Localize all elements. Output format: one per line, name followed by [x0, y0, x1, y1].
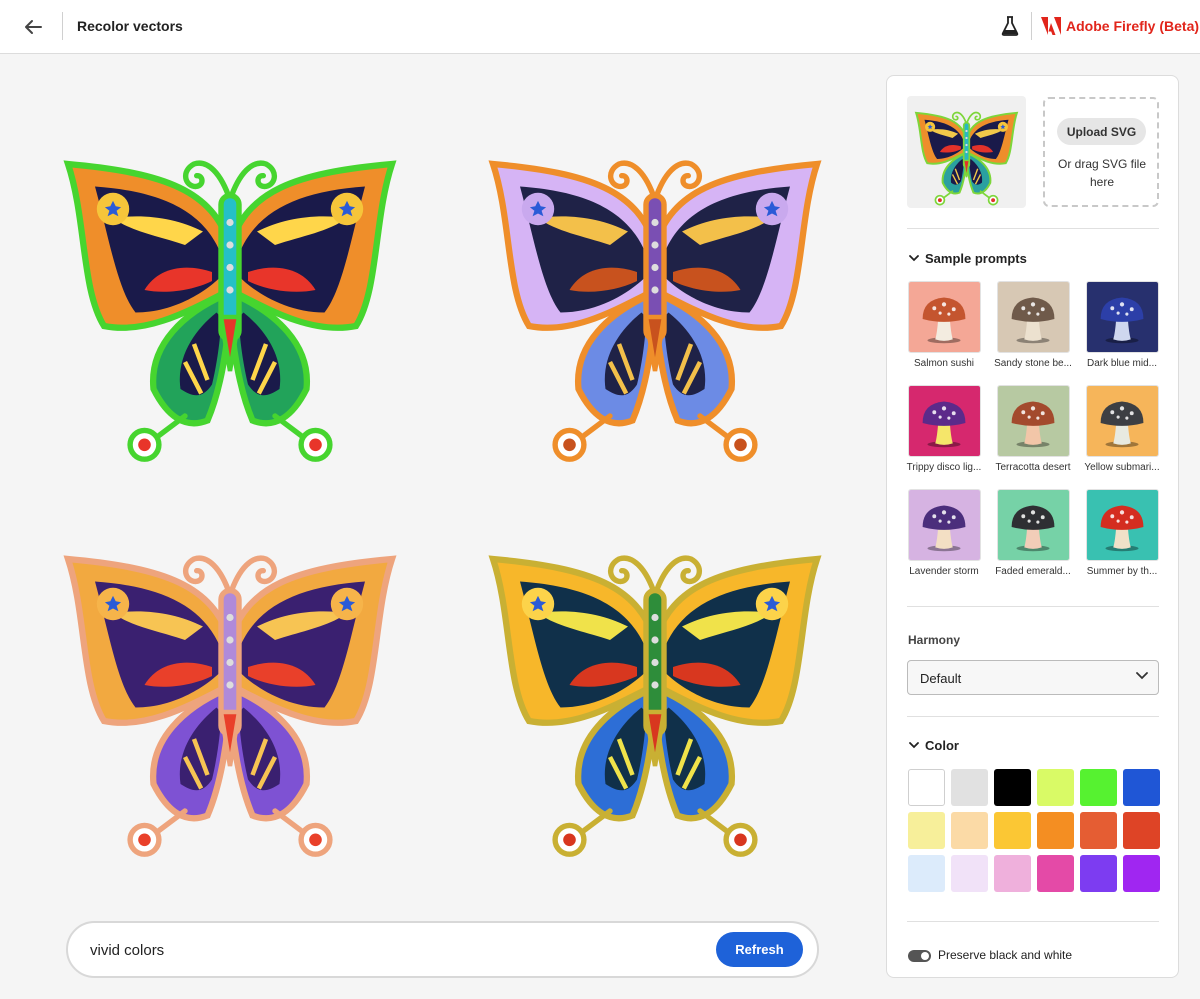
- color-swatch[interactable]: [951, 769, 988, 806]
- sample-prompt-label: Yellow submari...: [1084, 462, 1160, 473]
- preserve-bw-label: Preserve black and white: [938, 948, 1073, 962]
- color-swatch[interactable]: [908, 855, 945, 892]
- mushroom-thumbnail: [1086, 281, 1159, 353]
- color-swatch[interactable]: [1123, 812, 1160, 849]
- mushroom-thumbnail: [908, 489, 981, 561]
- color-swatch[interactable]: [1037, 855, 1074, 892]
- sample-prompt-card[interactable]: Yellow submari...: [1084, 385, 1160, 473]
- color-swatch[interactable]: [1123, 855, 1160, 892]
- color-swatch[interactable]: [908, 812, 945, 849]
- brand-name: Adobe Firefly (Beta): [1066, 18, 1200, 34]
- divider: [907, 921, 1159, 922]
- upload-svg-button[interactable]: Upload SVG: [1057, 118, 1146, 145]
- result-variation[interactable]: [30, 505, 430, 865]
- butterfly-artwork: [914, 111, 1019, 206]
- sample-prompts-title: Sample prompts: [925, 251, 1027, 266]
- flask-icon[interactable]: [1000, 15, 1020, 37]
- mushroom-thumbnail: [908, 281, 981, 353]
- mushroom-icon: [909, 490, 980, 560]
- mushroom-thumbnail: [1086, 489, 1159, 561]
- chevron-down-icon: [1136, 672, 1148, 680]
- harmony-label: Harmony: [908, 633, 961, 647]
- sample-prompt-card[interactable]: Summer by th...: [1086, 489, 1159, 577]
- sample-prompt-label: Faded emerald...: [995, 566, 1071, 577]
- mushroom-icon: [998, 282, 1069, 352]
- sample-prompt-card[interactable]: Lavender storm: [908, 489, 981, 577]
- sample-prompt-card[interactable]: Sandy stone be...: [994, 281, 1072, 369]
- toggle-knob: [921, 952, 929, 960]
- color-toggle[interactable]: Color: [909, 738, 959, 753]
- color-swatch[interactable]: [994, 812, 1031, 849]
- upload-dropzone[interactable]: Upload SVG Or drag SVG file here: [1043, 97, 1159, 207]
- color-swatch[interactable]: [1123, 769, 1160, 806]
- sample-prompt-card[interactable]: Terracotta desert: [995, 385, 1071, 473]
- mushroom-icon: [1087, 490, 1158, 560]
- color-swatch[interactable]: [1037, 812, 1074, 849]
- sample-prompt-label: Salmon sushi: [913, 358, 975, 369]
- header-divider: [62, 12, 63, 40]
- mushroom-thumbnail: [1086, 385, 1159, 457]
- mushroom-thumbnail: [908, 385, 981, 457]
- divider: [907, 228, 1159, 229]
- butterfly-artwork: [488, 555, 822, 857]
- color-swatch[interactable]: [908, 769, 945, 806]
- color-title: Color: [925, 738, 959, 753]
- sample-prompt-label: Dark blue mid...: [1086, 358, 1158, 369]
- color-swatch[interactable]: [994, 769, 1031, 806]
- prompt-input[interactable]: [90, 938, 690, 962]
- back-button[interactable]: [18, 12, 48, 42]
- sample-prompt-label: Terracotta desert: [995, 462, 1071, 473]
- reference-thumbnail[interactable]: [907, 96, 1026, 208]
- divider: [907, 716, 1159, 717]
- result-variation[interactable]: [455, 505, 855, 865]
- chevron-down-icon: [909, 255, 919, 262]
- color-swatch[interactable]: [951, 812, 988, 849]
- chevron-down-icon: [909, 742, 919, 749]
- butterfly-artwork: [488, 160, 822, 462]
- page-title: Recolor vectors: [77, 18, 183, 34]
- butterfly-artwork: [63, 160, 397, 462]
- sample-prompt-label: Lavender storm: [909, 566, 979, 577]
- result-variation[interactable]: [455, 110, 855, 470]
- top-bar: Recolor vectors Adobe Firefly (Beta): [0, 0, 1200, 54]
- adobe-logo-icon: [1041, 17, 1061, 35]
- arrow-left-icon: [25, 20, 42, 34]
- mushroom-icon: [998, 386, 1069, 456]
- mushroom-icon: [909, 282, 980, 352]
- color-swatch[interactable]: [1037, 769, 1074, 806]
- brand: Adobe Firefly (Beta): [1041, 17, 1199, 35]
- upload-hint: Or drag SVG file here: [1057, 157, 1147, 189]
- refresh-button[interactable]: Refresh: [716, 932, 803, 967]
- sample-prompts-toggle[interactable]: Sample prompts: [909, 251, 1027, 266]
- header-divider: [1031, 12, 1032, 40]
- sample-prompt-card[interactable]: Trippy disco lig...: [907, 385, 981, 473]
- side-panel: Upload SVG Or drag SVG file here Sample …: [886, 75, 1179, 978]
- mushroom-icon: [909, 386, 980, 456]
- color-swatch[interactable]: [1080, 769, 1117, 806]
- mushroom-icon: [1087, 386, 1158, 456]
- results-canvas: [0, 55, 870, 999]
- sample-prompt-card[interactable]: Dark blue mid...: [1086, 281, 1159, 369]
- color-swatch[interactable]: [951, 855, 988, 892]
- mushroom-thumbnail: [997, 385, 1070, 457]
- butterfly-artwork: [63, 555, 397, 857]
- sample-prompt-label: Sandy stone be...: [994, 358, 1072, 369]
- sample-prompt-card[interactable]: Faded emerald...: [995, 489, 1071, 577]
- mushroom-thumbnail: [997, 489, 1070, 561]
- preserve-bw-toggle[interactable]: [908, 950, 931, 962]
- color-swatch[interactable]: [994, 855, 1031, 892]
- mushroom-icon: [1087, 282, 1158, 352]
- sample-prompt-card[interactable]: Salmon sushi: [908, 281, 981, 369]
- result-variation[interactable]: [30, 110, 430, 470]
- mushroom-thumbnail: [997, 281, 1070, 353]
- harmony-dropdown[interactable]: Default: [907, 660, 1159, 695]
- divider: [907, 606, 1159, 607]
- color-swatch[interactable]: [1080, 812, 1117, 849]
- sample-prompt-label: Summer by th...: [1086, 566, 1158, 577]
- sample-prompt-label: Trippy disco lig...: [906, 462, 982, 473]
- mushroom-icon: [998, 490, 1069, 560]
- harmony-selected: Default: [920, 671, 962, 686]
- color-swatch[interactable]: [1080, 855, 1117, 892]
- prompt-bar: Refresh: [66, 921, 819, 978]
